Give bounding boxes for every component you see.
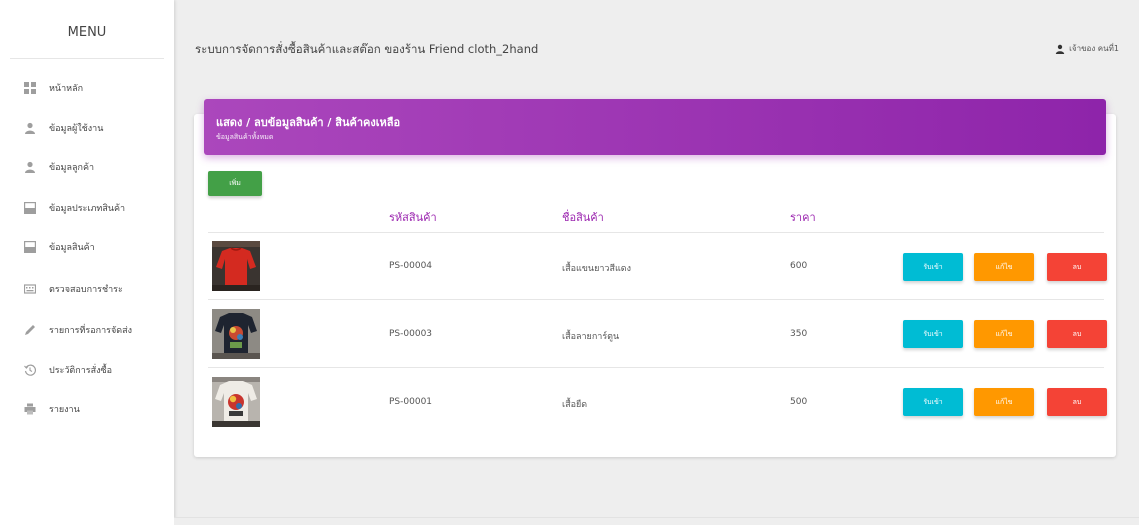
delete-button[interactable]: ลบ (1047, 388, 1107, 416)
sidebar-item-label: ประวัติการสั่งซื้อ (49, 366, 113, 376)
product-image (212, 377, 260, 427)
sidebar-item-payments[interactable]: ตรวจสอบการชำระ (24, 279, 123, 299)
sidebar-item-reports[interactable]: รายงาน (24, 399, 80, 419)
product-code: PS-00004 (389, 261, 433, 271)
footer-strip (174, 517, 1139, 525)
card-subtitle: ข้อมูลสินค้าทั้งหมด (216, 133, 274, 141)
sidebar-item-label: รายงาน (49, 405, 80, 415)
sidebar-item-order-history[interactable]: ประวัติการสั่งซื้อ (24, 360, 112, 380)
sidebar-item-home[interactable]: หน้าหลัก (24, 78, 83, 98)
product-name: เสื้อยืด (562, 400, 588, 410)
delete-button[interactable]: ลบ (1047, 253, 1107, 281)
receive-button[interactable]: รับเข้า (903, 388, 963, 416)
print-icon (24, 403, 36, 415)
sidebar-item-label: ข้อมูลผู้ใช้งาน (49, 124, 104, 134)
dashboard-icon (24, 82, 36, 94)
column-header-price: ราคา (790, 211, 816, 224)
card-header: แสดง / ลบข้อมูลสินค้า / สินค้าคงเหลือ ข้… (204, 99, 1106, 155)
product-image (212, 309, 260, 359)
inbox-icon (24, 202, 36, 214)
receive-button[interactable]: รับเข้า (903, 253, 963, 281)
product-price: 500 (790, 397, 808, 407)
product-price: 600 (790, 261, 808, 271)
column-header-code: รหัสสินค้า (389, 211, 437, 224)
receive-button[interactable]: รับเข้า (903, 320, 963, 348)
edit-button[interactable]: แก้ไข (974, 388, 1034, 416)
edit-button[interactable]: แก้ไข (974, 320, 1034, 348)
product-price: 350 (790, 329, 808, 339)
menu-title: MENU (10, 25, 164, 59)
inbox-icon (24, 241, 36, 253)
user-menu[interactable]: เจ้าของ คนที่1 (1055, 42, 1119, 55)
product-image (212, 241, 260, 291)
keyboard-icon (24, 283, 36, 295)
sidebar-item-label: ข้อมูลลูกค้า (49, 163, 95, 173)
sidebar-item-label: หน้าหลัก (49, 84, 84, 94)
topbar: ระบบการจัดการสั่งซื้อสินค้าและสต๊อก ของร… (174, 0, 1139, 80)
edit-button[interactable]: แก้ไข (974, 253, 1034, 281)
sidebar-item-label: ข้อมูลประเภทสินค้า (49, 204, 126, 214)
sidebar-item-categories[interactable]: ข้อมูลประเภทสินค้า (24, 198, 125, 218)
user-name: เจ้าของ คนที่1 (1069, 44, 1119, 53)
sidebar-item-label: ตรวจสอบการชำระ (49, 285, 123, 295)
sidebar-item-customers[interactable]: ข้อมูลลูกค้า (24, 157, 94, 177)
divider (208, 299, 1104, 300)
sidebar-item-pending-shipping[interactable]: รายการที่รอการจัดส่ง (24, 320, 132, 340)
sidebar-item-label: ข้อมูลสินค้า (49, 243, 95, 253)
card-title: แสดง / ลบข้อมูลสินค้า / สินค้าคงเหลือ (216, 116, 401, 129)
person-icon (1056, 44, 1065, 54)
delete-button[interactable]: ลบ (1047, 320, 1107, 348)
pencil-icon (24, 324, 36, 336)
sidebar: MENU หน้าหลัก ข้อมูลผู้ใช้งาน ข้อมูลลูกค… (0, 0, 174, 525)
person-icon (24, 161, 36, 173)
history-icon (24, 364, 36, 376)
sidebar-item-label: รายการที่รอการจัดส่ง (49, 326, 133, 336)
column-header-name: ชื่อสินค้า (562, 211, 604, 224)
add-button[interactable]: เพิ่ม (208, 171, 262, 196)
person-icon (24, 122, 36, 134)
sidebar-item-products[interactable]: ข้อมูลสินค้า (24, 237, 95, 257)
sidebar-item-users[interactable]: ข้อมูลผู้ใช้งาน (24, 118, 103, 138)
product-name: เสื้อลายการ์ตูน (562, 332, 620, 342)
page-title: ระบบการจัดการสั่งซื้อสินค้าและสต๊อก ของร… (195, 42, 539, 56)
product-code: PS-00001 (389, 397, 433, 407)
product-code: PS-00003 (389, 329, 433, 339)
divider (208, 232, 1104, 233)
divider (208, 367, 1104, 368)
product-name: เสื้อแขนยาวสีแดง (562, 264, 631, 274)
